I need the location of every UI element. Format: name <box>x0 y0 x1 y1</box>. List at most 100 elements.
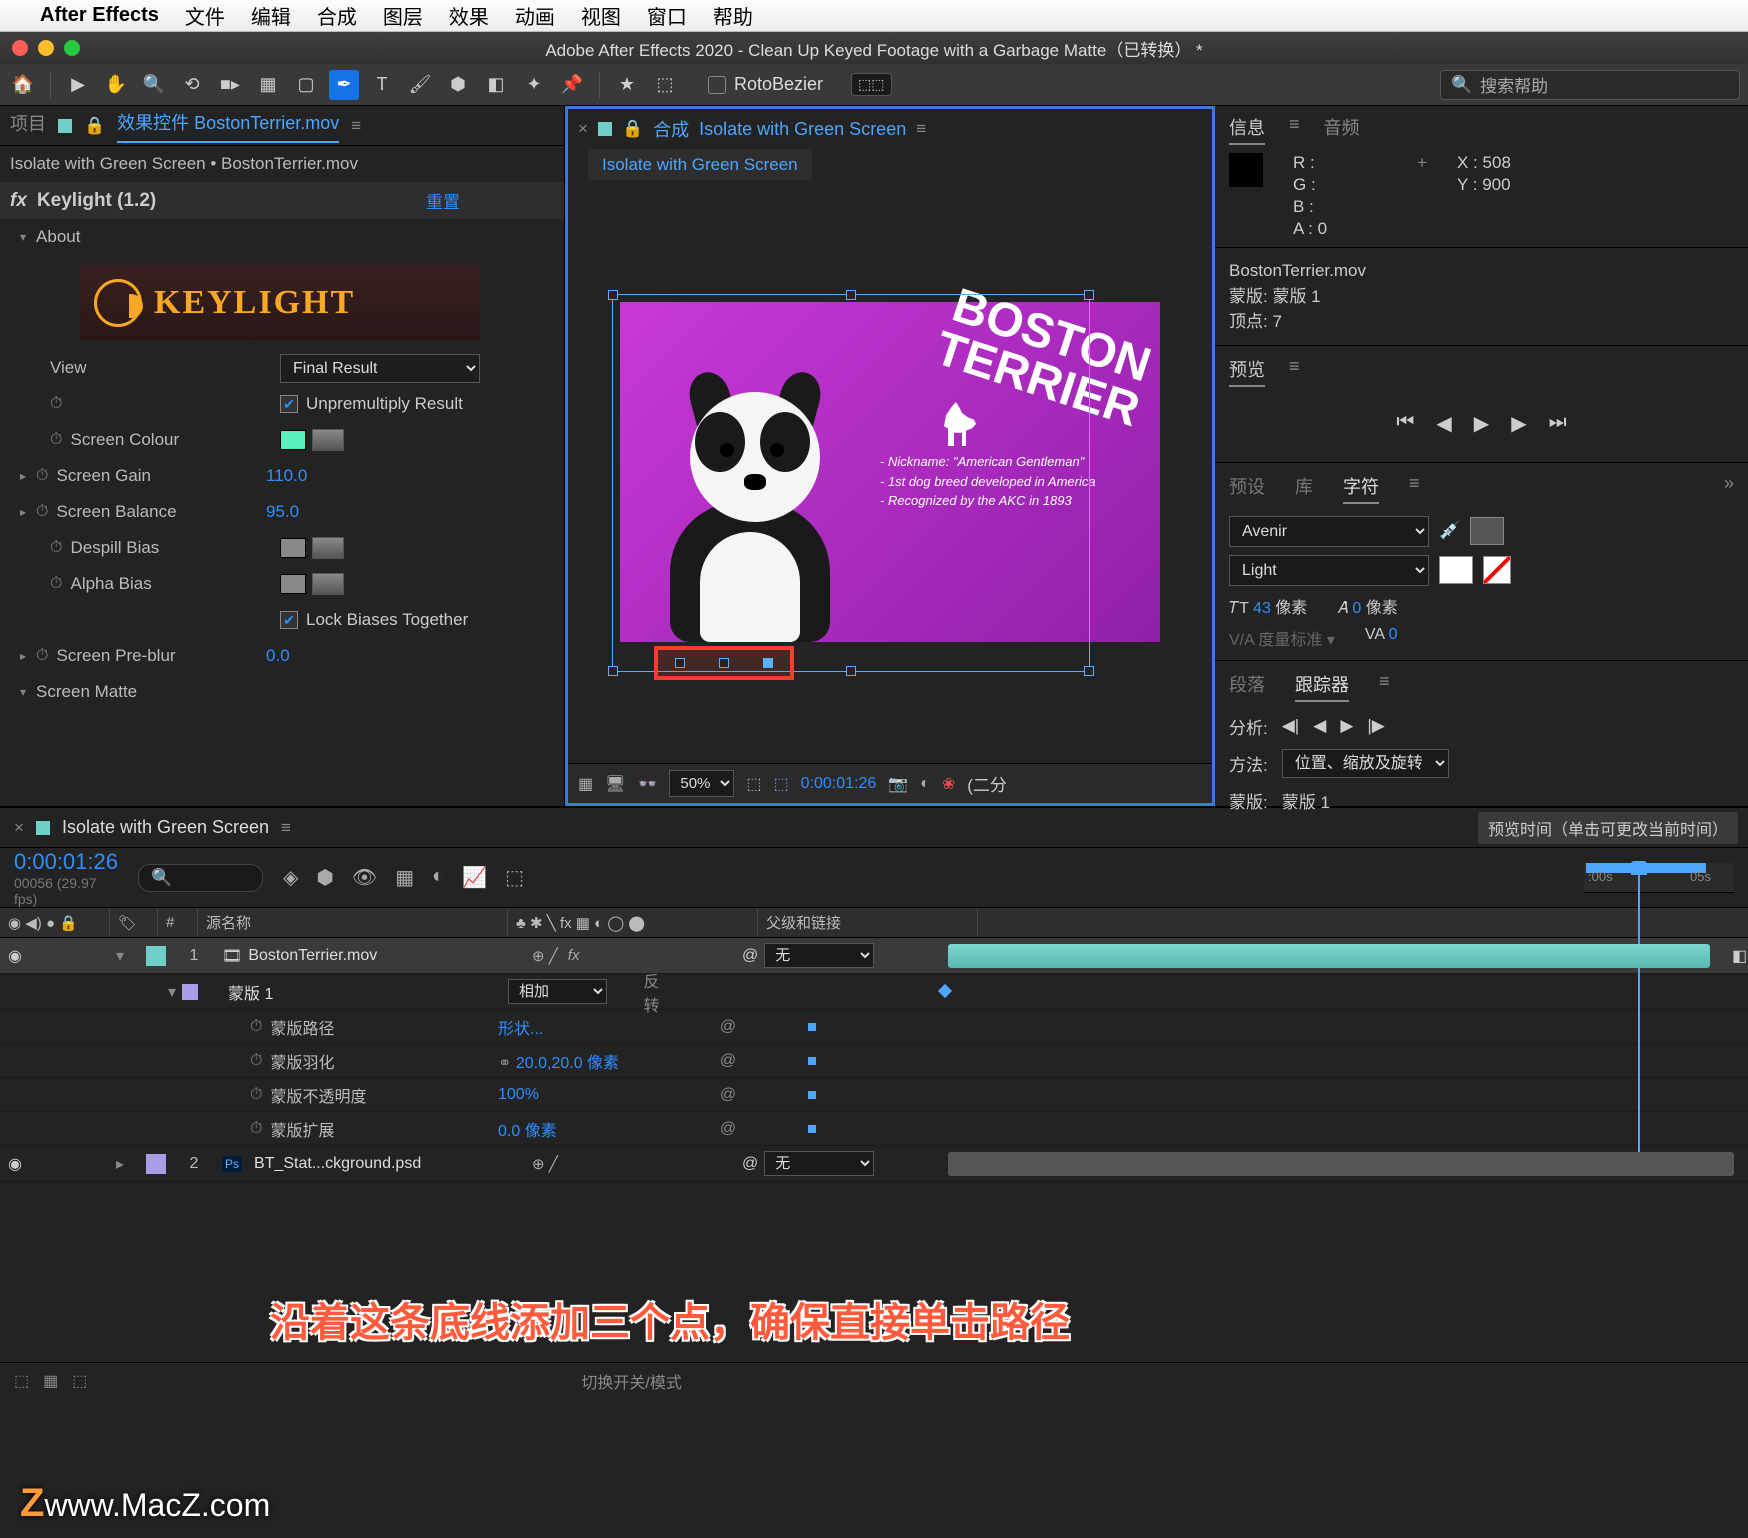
shy-icon[interactable]: 👁 <box>352 865 377 890</box>
pickwhip-icon[interactable]: @ <box>742 1155 758 1173</box>
toggle-switches-button[interactable]: 切换开关/模式 <box>581 1369 681 1393</box>
visibility-icon[interactable]: ◉ <box>8 1154 22 1174</box>
stopwatch-icon[interactable]: ⏱ <box>36 647 48 665</box>
type-tool-icon[interactable]: T <box>367 70 397 100</box>
menu-help[interactable]: 帮助 <box>713 1 753 30</box>
mask-row[interactable]: ▾ 蒙版 1 相加反转 <box>0 974 1748 1010</box>
twirl-icon[interactable]: ▸ <box>116 1154 124 1174</box>
mask-mode-select[interactable]: 相加 <box>508 979 607 1004</box>
stopwatch-icon[interactable]: ⏱ <box>250 1052 262 1070</box>
pen-tool-icon[interactable]: ✒ <box>329 70 359 100</box>
tab-paragraph[interactable]: 段落 <box>1229 671 1265 702</box>
analyze-back-icon[interactable]: ◀| <box>1282 716 1300 736</box>
twirl-icon[interactable]: ▾ <box>116 946 124 966</box>
twirl-icon[interactable]: ▾ <box>168 982 176 1002</box>
checkbox-icon[interactable] <box>708 76 726 94</box>
parent-select[interactable]: 无 <box>764 943 874 968</box>
marker-icon[interactable]: ◧ <box>1732 946 1747 966</box>
link-icon[interactable]: @ <box>698 1086 758 1104</box>
panel-menu-icon[interactable]: ≡ <box>351 116 361 136</box>
menu-view[interactable]: 视图 <box>581 1 621 30</box>
current-timecode[interactable]: 0:00:01:26 <box>14 849 118 875</box>
keyframe-icon[interactable] <box>808 1091 816 1099</box>
close-tab-icon[interactable]: × <box>578 119 588 139</box>
tab-preset[interactable]: 预设 <box>1229 473 1265 504</box>
font-select[interactable]: Avenir <box>1229 516 1429 547</box>
monitor-icon[interactable]: 🖥 <box>605 774 625 794</box>
colormgmt-icon[interactable]: ❀ <box>942 774 955 794</box>
eraser-tool-icon[interactable]: ◧ <box>481 70 511 100</box>
channel-icon[interactable]: ◐ <box>920 775 930 793</box>
resolution-icon[interactable]: ⬚ <box>746 774 761 794</box>
font-size[interactable]: 𝑇T 43 像素 <box>1229 594 1307 618</box>
mask-opacity-value[interactable]: 100% <box>498 1086 698 1104</box>
menu-comp[interactable]: 合成 <box>317 1 357 30</box>
app-name[interactable]: After Effects <box>40 4 159 27</box>
star-icon[interactable]: ★ <box>612 70 642 100</box>
link-icon[interactable]: @ <box>698 1052 758 1070</box>
last-frame-icon[interactable]: ⏭ <box>1549 411 1567 436</box>
method-select[interactable]: 位置、缩放及旋转 <box>1282 749 1449 778</box>
tracking[interactable]: VA 0 <box>1365 626 1398 650</box>
quality-label[interactable]: (二分 <box>967 771 1007 796</box>
link-dims-icon[interactable]: ⚭ <box>498 1055 511 1072</box>
panel-menu-icon[interactable]: ≡ <box>1289 356 1300 387</box>
keyframe-icon[interactable] <box>808 1125 816 1133</box>
tab-audio[interactable]: 音频 <box>1324 114 1360 145</box>
close-tab-icon[interactable]: × <box>14 818 24 838</box>
layer-row-1[interactable]: ◉ ▾ 1 🎞BostonTerrier.mov ⊕ ╱ fx @无 ◧ <box>0 938 1748 974</box>
grid-icon[interactable]: ▦ <box>578 774 593 794</box>
menu-file[interactable]: 文件 <box>185 1 225 30</box>
layer-bar[interactable] <box>948 944 1710 968</box>
prev-frame-icon[interactable]: ◀ <box>1436 411 1451 436</box>
timeline-tab[interactable]: Isolate with Green Screen <box>62 817 269 838</box>
keyframe-icon[interactable] <box>808 1023 816 1031</box>
stopwatch-icon[interactable]: ⏱ <box>250 1086 262 1104</box>
next-frame-icon[interactable]: ▶ <box>1511 411 1526 436</box>
reset-button[interactable]: 重置 <box>426 188 460 213</box>
stopwatch-icon[interactable]: ⏱ <box>250 1120 262 1138</box>
despill-swatch[interactable] <box>280 538 306 558</box>
label-colour[interactable] <box>146 1154 166 1174</box>
stopwatch-icon[interactable]: ⏱ <box>50 395 62 413</box>
tab-info[interactable]: 信息 <box>1229 114 1265 145</box>
label-colour[interactable] <box>146 946 166 966</box>
layer-name[interactable]: BostonTerrier.mov <box>248 947 377 965</box>
twirl-icon[interactable]: ▾ <box>20 685 26 699</box>
stroke-swatch[interactable] <box>1439 556 1473 584</box>
help-search[interactable]: 🔍 搜索帮助 <box>1440 70 1740 100</box>
maximize-button[interactable] <box>64 40 80 56</box>
zoom-tool-icon[interactable]: 🔍 <box>139 70 169 100</box>
more-panels-icon[interactable]: » <box>1724 473 1734 504</box>
preblur-value[interactable]: 0.0 <box>266 646 290 666</box>
goggles-icon[interactable]: 👓 <box>637 774 657 794</box>
fill-swatch[interactable] <box>1470 517 1504 545</box>
tab-library[interactable]: 库 <box>1295 473 1313 504</box>
zoom-select[interactable]: 50% <box>669 770 734 797</box>
footer-icon[interactable]: ⬚ <box>14 1371 29 1391</box>
tab-project[interactable]: 项目 <box>10 110 46 142</box>
lock-icon[interactable]: 🔒 <box>84 116 105 136</box>
eyedropper-icon[interactable] <box>312 573 344 595</box>
mask-feather-value[interactable]: ⚭ 20.0,20.0 像素 <box>498 1049 698 1073</box>
kerning[interactable]: V/A 度量标准 ▾ <box>1229 626 1335 650</box>
panel-menu-icon[interactable]: ≡ <box>1379 671 1390 702</box>
menu-layer[interactable]: 图层 <box>383 1 423 30</box>
twirl-icon[interactable]: ▸ <box>20 505 26 519</box>
panel-menu-icon[interactable]: ≡ <box>281 818 291 838</box>
pickwhip-icon[interactable]: @ <box>742 947 758 965</box>
eyedropper-icon[interactable]: 💉 <box>1439 521 1460 541</box>
canvas[interactable]: BOSTON TERRIER - Nickname: "American Gen… <box>620 302 1160 642</box>
stopwatch-icon[interactable]: ⏱ <box>36 503 48 521</box>
eyedropper-icon[interactable] <box>312 537 344 559</box>
fx-badge-icon[interactable]: fx <box>10 190 27 212</box>
tab-tracker[interactable]: 跟踪器 <box>1295 671 1349 702</box>
rotobezier-toggle[interactable]: RotoBezier <box>708 74 823 95</box>
stopwatch-icon[interactable]: ⏱ <box>250 1018 262 1036</box>
lock-biases-checkbox[interactable]: ✔ <box>280 611 298 629</box>
stopwatch-icon[interactable]: ⏱ <box>50 575 62 593</box>
frame-blend-icon[interactable]: ▦ <box>395 865 414 890</box>
snap-icon[interactable]: ⬚ <box>650 70 680 100</box>
layer-name[interactable]: BT_Stat...ckground.psd <box>254 1155 421 1173</box>
screen-balance-value[interactable]: 95.0 <box>266 502 299 522</box>
